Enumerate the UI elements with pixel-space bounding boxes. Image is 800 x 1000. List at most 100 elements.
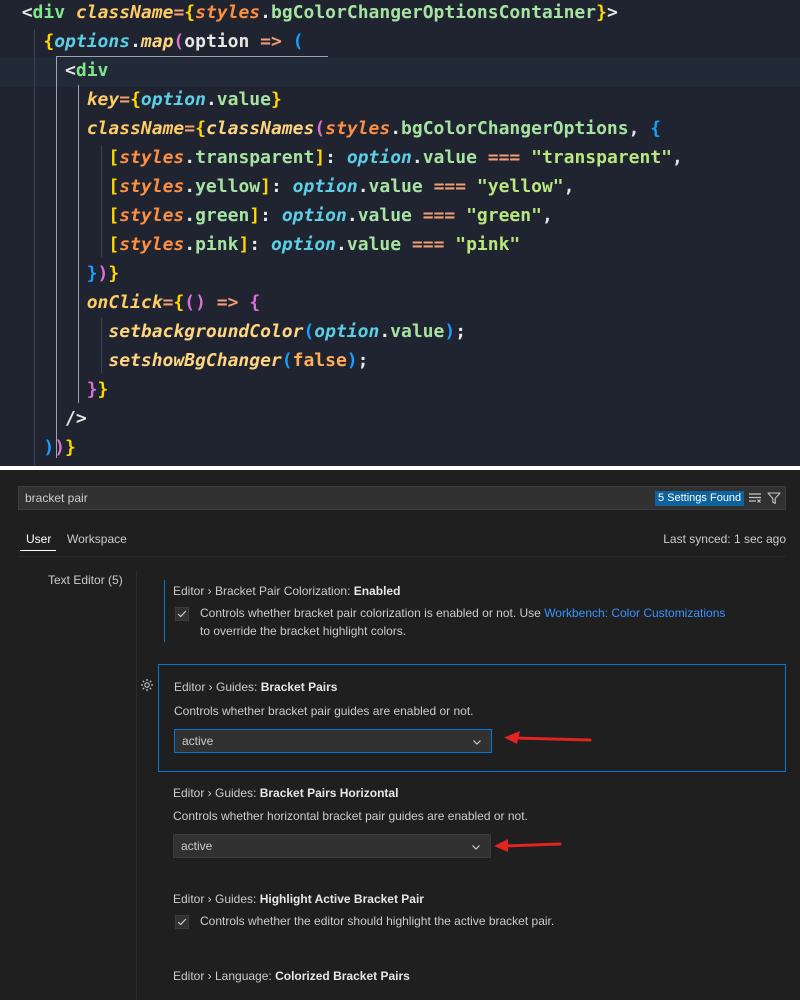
code-token: "yellow" [476,176,564,197]
code-token: { [650,118,662,139]
tab-workspace[interactable]: Workspace [67,532,127,546]
code-token: styles [195,2,261,23]
code-token: } [270,89,282,110]
code-token: classNames [205,118,315,139]
code-token: < [21,2,33,23]
code-token: map [140,31,174,52]
setting-highlight-active-bracket-pair: Editor › Guides: Highlight Active Bracke… [158,884,786,944]
code-token: ( [314,118,326,139]
toc-divider [136,570,137,1000]
setting-guides-bracket-pairs-horizontal: Editor › Guides: Bracket Pairs Horizonta… [158,774,786,866]
code-token: key [86,89,120,110]
code-token: setshowBgChanger [108,350,282,371]
code-token: } [108,263,120,284]
code-token: } [97,379,109,400]
filter-icon[interactable] [767,491,781,505]
code-token: . [260,2,271,23]
code-token: option [346,147,412,168]
setting-checkbox[interactable] [175,915,189,929]
code-token: false [292,350,347,371]
settings-search-input[interactable] [25,487,585,509]
code-token: styles [119,147,185,168]
code-token: pink [195,234,239,255]
bracket-pairs-select[interactable]: active [174,729,492,753]
code-token: > [606,2,618,23]
code-token: bgColorChangerOptionsContainer [271,2,597,23]
code-token: value [368,176,423,197]
code-token: ) [43,437,55,458]
code-token: styles [119,176,185,197]
code-line: [styles.pink]: option.value === "pink" [0,230,520,259]
code-token: [ [108,147,120,168]
code-token: setbackgroundColor [108,321,304,342]
setting-description: Controls whether the editor should highl… [200,914,555,928]
code-token: ) [444,321,456,342]
code-token: /> [65,408,87,429]
code-token: styles [325,118,391,139]
setting-title: Editor › Guides: Bracket Pairs Horizonta… [173,786,399,800]
code-token: ( [292,31,304,52]
code-line: setbackgroundColor(option.value); [0,317,466,346]
code-token: === [433,176,467,197]
code-token: value [346,234,402,255]
code-token: options [54,31,131,52]
gear-icon[interactable] [140,678,154,692]
code-token: option [270,234,337,255]
annotation-arrow [504,731,592,744]
code-token: [ [108,234,120,255]
code-token: div [75,60,109,81]
code-token: } [86,263,98,284]
code-token: , [628,118,651,139]
code-token: . [130,31,141,52]
code-token: ) [54,437,66,458]
setting-colorized-bracket-pairs: Editor › Language: Colorized Bracket Pai… [158,960,786,1000]
code-token: { [249,292,261,313]
setting-guides-bracket-pairs[interactable]: Editor › Guides: Bracket Pairs Controls … [158,664,786,772]
code-editor[interactable]: <div className={styles.bgColorChangerOpt… [0,0,800,466]
code-token: , [563,176,575,197]
bracket-pairs-horizontal-select[interactable]: active [173,834,491,858]
code-token: === [422,205,456,226]
code-token: [ [108,176,120,197]
code-token: option [314,321,380,342]
chevron-down-icon [473,740,481,745]
code-token: } [596,2,607,23]
setting-checkbox[interactable] [175,607,189,621]
code-token: ; [455,321,467,342]
code-token: } [65,437,76,458]
clear-filters-icon[interactable] [748,491,762,505]
code-line: <div [0,56,108,85]
tab-user[interactable]: User [26,532,51,546]
code-token: = [184,118,196,139]
code-token: => [260,31,282,52]
code-token: styles [119,234,185,255]
code-token: value [390,321,445,342]
code-token: option [281,205,347,226]
code-token: === [487,147,521,168]
code-line: [styles.yellow]: option.value === "yello… [0,172,574,201]
toc-item-text-editor[interactable]: Text Editor (5) [48,573,123,587]
color-customizations-link[interactable]: Workbench: Color Customizations [544,606,725,620]
settings-search-box[interactable]: 5 Settings Found [18,486,786,510]
